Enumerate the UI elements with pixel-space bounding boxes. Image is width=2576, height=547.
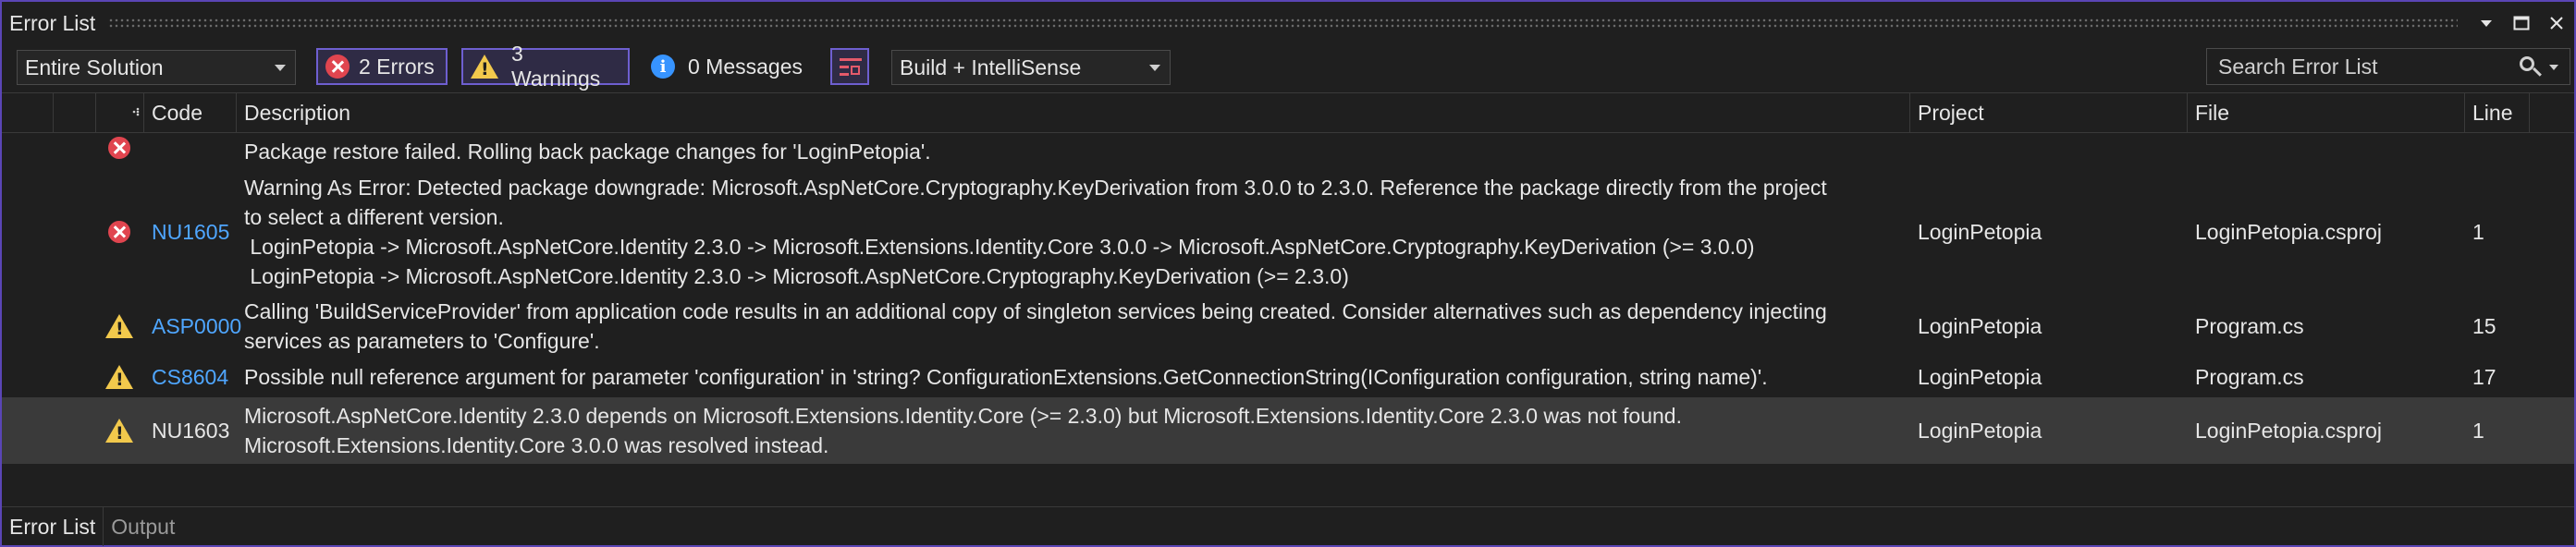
row-project: LoginPetopia [1918,364,2042,389]
table-row[interactable]: CS8604 Possible null reference argument … [2,359,2574,395]
header-line[interactable]: Line [2465,93,2530,132]
row-file: Program.cs [2195,313,2304,338]
row-line: 1 [2472,418,2484,443]
header-project[interactable]: Project [1910,93,2188,132]
scope-value: Entire Solution [25,55,164,79]
row-code-link[interactable]: CS8604 [152,359,228,395]
errors-label: 2 Errors [359,54,435,79]
row-code[interactable]: NU1603 [152,397,229,464]
drag-grip[interactable] [108,18,2458,29]
warning-icon [471,55,498,79]
maximize-icon[interactable] [2504,5,2539,42]
row-file: LoginPetopia.csproj [2195,418,2383,443]
table-header: Code Description Project File Line [2,92,2574,133]
header-suppress-column[interactable] [54,93,96,132]
warnings-label: 3 Warnings [511,42,601,91]
messages-filter-toggle[interactable]: i 0 Messages [651,48,803,85]
errors-filter-toggle[interactable]: 2 Errors [316,48,448,85]
row-code-link[interactable]: NU1605 [152,170,229,294]
warning-icon [105,314,133,339]
error-icon [108,137,130,159]
search-box[interactable] [2206,48,2570,85]
row-file: Program.cs [2195,364,2304,389]
error-list-window: Error List Entire Solution 2 Errors 3 Wa… [0,0,2576,547]
header-severity-column[interactable] [96,93,144,132]
search-icon[interactable] [2520,56,2534,71]
tab-error-list[interactable]: Error List [2,507,104,546]
row-description: Possible null reference argument for par… [244,365,1768,389]
row-description: Package restore failed. Rolling back pac… [244,140,931,164]
warnings-filter-toggle[interactable]: 3 Warnings [461,42,630,91]
row-line: 1 [2472,219,2484,244]
row-line: 17 [2472,364,2496,389]
tab-output[interactable]: Output [104,507,182,546]
scope-combobox[interactable]: Entire Solution [17,50,296,85]
header-description[interactable]: Description [237,93,1910,132]
sort-grip-icon [132,107,140,116]
row-description: Microsoft.AspNetCore.Identity 2.3.0 depe… [244,404,1682,457]
warning-icon [105,419,133,444]
chevron-down-icon[interactable] [2549,65,2558,70]
error-icon [325,55,350,79]
info-icon: i [651,55,675,79]
title-bar: Error List [2,2,2574,44]
messages-label: 0 Messages [688,54,803,79]
header-filler [2530,93,2574,132]
chevron-down-icon [1149,65,1160,71]
dropdown-icon[interactable] [2469,5,2504,42]
table-row[interactable]: Package restore failed. Rolling back pac… [2,133,2574,170]
chevron-down-icon [275,65,286,71]
close-icon[interactable] [2539,5,2574,42]
filter-icon[interactable] [830,48,869,85]
row-description: Calling 'BuildServiceProvider' from appl… [244,299,1827,353]
source-value: Build + IntelliSense [900,55,1082,79]
source-combobox[interactable]: Build + IntelliSense [891,50,1171,85]
row-file: LoginPetopia.csproj [2195,219,2383,244]
header-state-column[interactable] [2,93,54,132]
row-project: LoginPetopia [1918,418,2042,443]
row-project: LoginPetopia [1918,313,2042,338]
bottom-tab-strip: Error List Output [2,506,2574,546]
row-line: 15 [2472,313,2496,338]
error-icon [108,221,130,243]
header-code[interactable]: Code [144,93,237,132]
header-file[interactable]: File [2188,93,2465,132]
table-row[interactable]: NU1605 Warning As Error: Detected packag… [2,170,2574,294]
table-row[interactable]: ASP0000 Calling 'BuildServiceProvider' f… [2,294,2574,359]
row-code-link[interactable]: ASP0000 [152,294,241,359]
toolbar: Entire Solution 2 Errors 3 Warnings i 0 … [2,42,2574,92]
table-row-selected[interactable]: NU1603 Microsoft.AspNetCore.Identity 2.3… [2,397,2574,464]
row-project: LoginPetopia [1918,219,2042,244]
window-title: Error List [9,10,96,35]
search-input[interactable] [2216,53,2497,80]
warning-icon [105,365,133,390]
row-description: Warning As Error: Detected package downg… [244,176,1827,288]
